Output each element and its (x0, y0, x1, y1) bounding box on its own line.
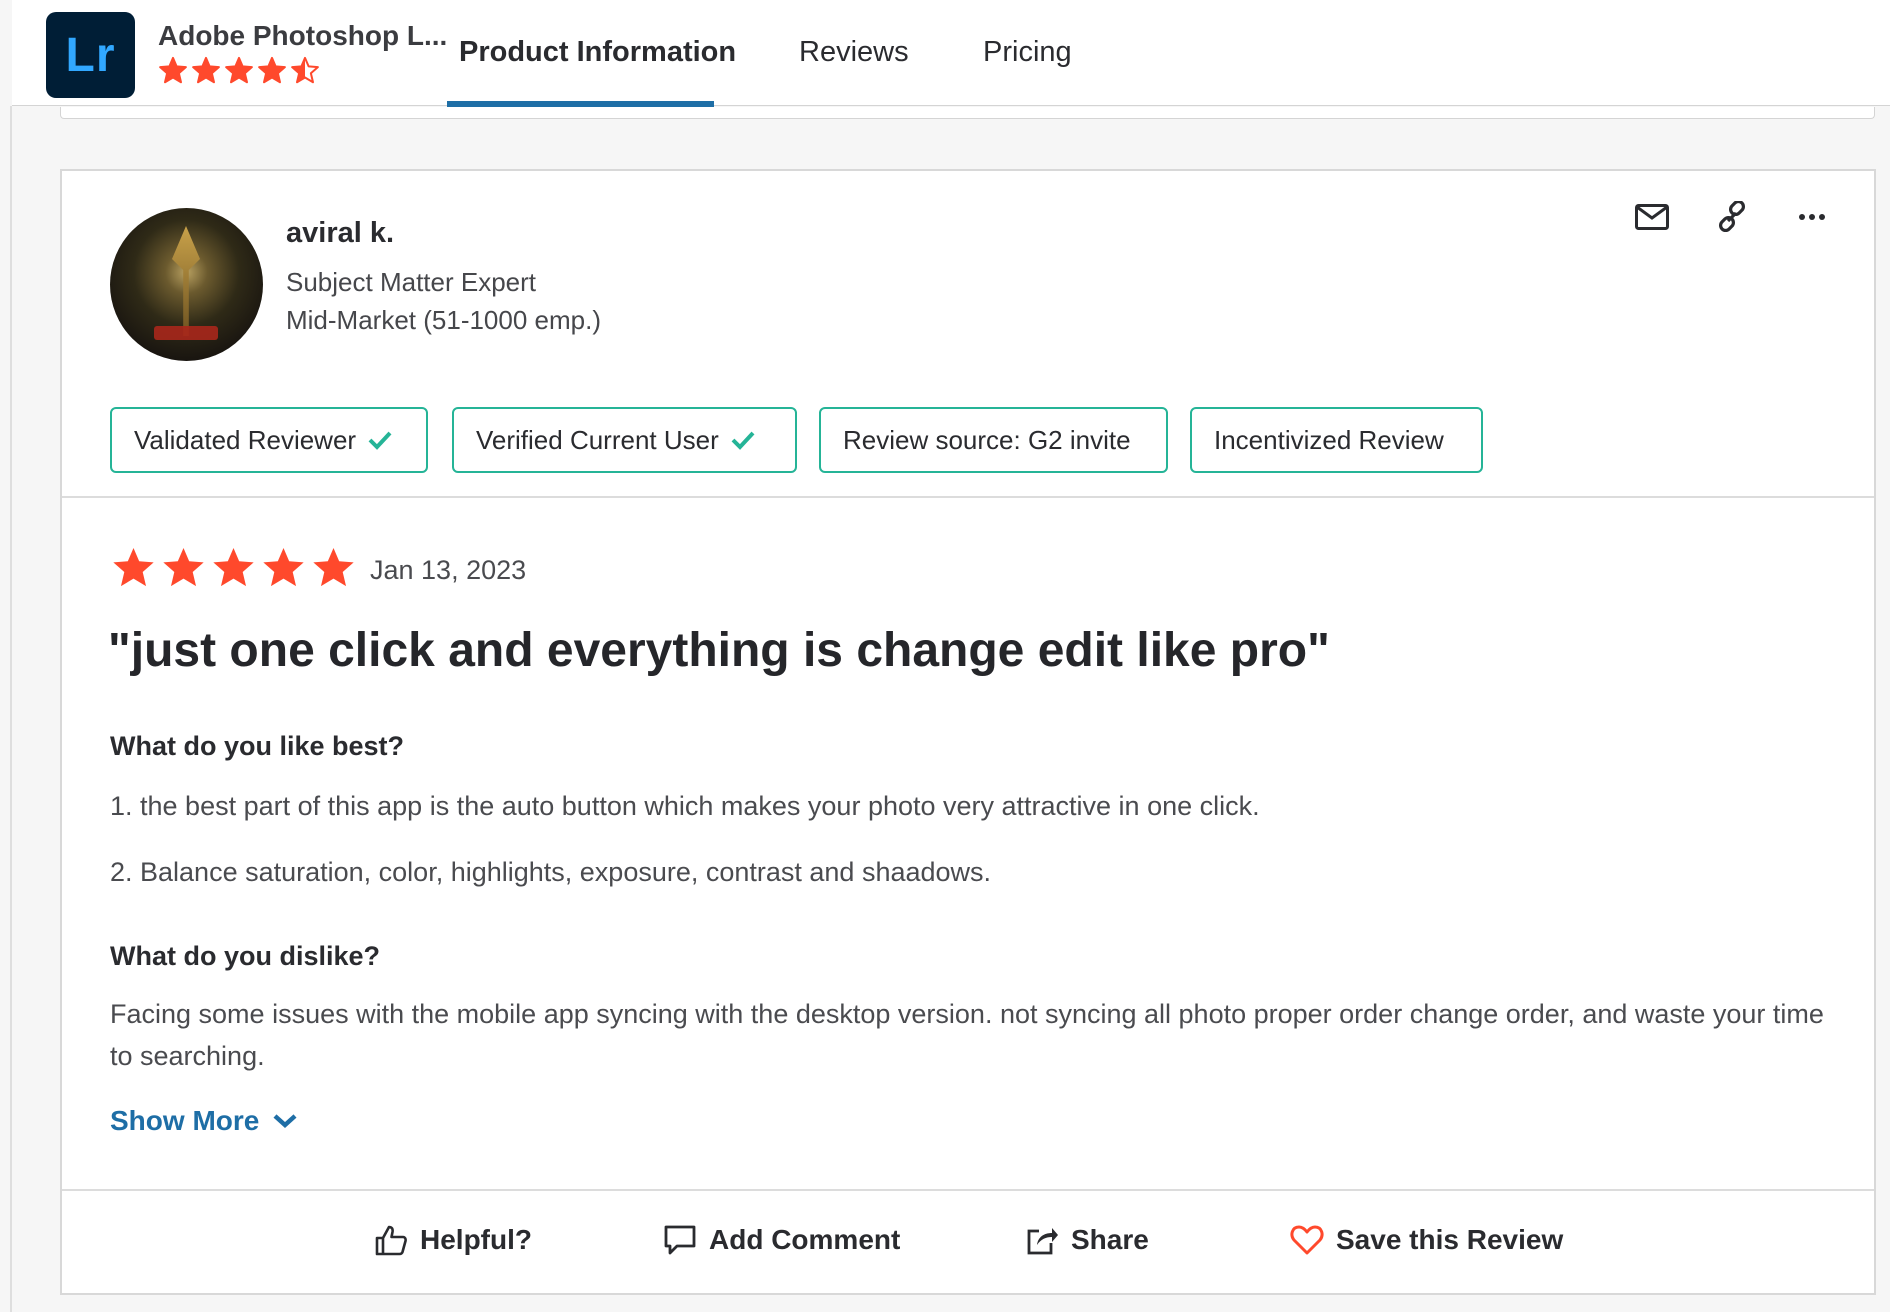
review-card: aviral k. Subject Matter Expert Mid-Mark… (60, 169, 1876, 1295)
review-title: "just one click and everything is change… (108, 624, 1330, 677)
chevron-down-icon (273, 1114, 297, 1129)
link-icon (1718, 201, 1746, 233)
add-comment-button[interactable]: Add Comment (663, 1223, 900, 1257)
badge-verified-current-user[interactable]: Verified Current User (452, 407, 797, 473)
check-icon (368, 431, 392, 450)
product-header: Lr Adobe Photoshop L... Product Informat… (12, 0, 1890, 106)
helpful-label: Helpful? (420, 1224, 532, 1255)
card-divider (62, 496, 1874, 498)
copy-link-button[interactable] (1712, 197, 1752, 237)
avatar[interactable] (110, 208, 263, 361)
tab-product-information[interactable]: Product Information (459, 36, 736, 69)
reviewer-role: Subject Matter Expert (286, 267, 536, 297)
star-full-icon (263, 547, 304, 587)
dislike-text: Facing some issues with the mobile app s… (110, 999, 1824, 1071)
share-icon (1027, 1228, 1058, 1255)
star-full-icon (225, 56, 253, 84)
star-full-icon (213, 547, 254, 587)
show-more-button[interactable]: Show More (110, 1105, 297, 1137)
save-review-label: Save this Review (1336, 1224, 1564, 1255)
tab-reviews[interactable]: Reviews (799, 36, 909, 69)
like-heading: What do you like best? (110, 731, 405, 761)
share-label: Share (1071, 1224, 1149, 1255)
avatar-emblem (172, 226, 200, 336)
product-logo[interactable]: Lr (46, 12, 135, 98)
star-half-icon (291, 56, 319, 84)
thumbs-up-icon (375, 1225, 407, 1256)
avatar-mark (154, 326, 218, 340)
add-comment-label: Add Comment (709, 1224, 901, 1255)
header-shadow-divider (60, 107, 1875, 119)
heart-icon (1290, 1225, 1324, 1255)
mail-icon (1635, 204, 1669, 230)
like-point: 2. Balance saturation, color, highlights… (110, 857, 992, 887)
badge-label: Validated Reviewer (134, 424, 357, 455)
badge-review-source[interactable]: Review source: G2 invite (819, 407, 1168, 473)
show-more-label: Show More (110, 1105, 260, 1136)
star-full-icon (258, 56, 286, 84)
star-full-icon (113, 547, 154, 587)
badge-label: Verified Current User (476, 424, 719, 455)
badge-validated-reviewer[interactable]: Validated Reviewer (110, 407, 428, 473)
product-rating-stars (158, 56, 320, 86)
product-name[interactable]: Adobe Photoshop L... (158, 20, 448, 52)
star-full-icon (313, 547, 354, 587)
badge-label: Incentivized Review (1214, 424, 1444, 455)
like-point: 1. the best part of this app is the auto… (110, 791, 1260, 821)
badge-label: Review source: G2 invite (843, 424, 1131, 455)
star-full-icon (159, 56, 187, 84)
star-full-icon (192, 56, 220, 84)
more-icon (1799, 214, 1825, 220)
star-full-icon (163, 547, 204, 587)
review-rating-stars (110, 545, 357, 592)
check-icon (731, 431, 755, 450)
reviewer-name[interactable]: aviral k. (286, 217, 394, 250)
tab-pricing[interactable]: Pricing (983, 36, 1072, 69)
review-date: Jan 13, 2023 (370, 555, 527, 585)
save-review-button[interactable]: Save this Review (1290, 1223, 1563, 1257)
card-divider (62, 1189, 1874, 1191)
helpful-button[interactable]: Helpful? (374, 1223, 532, 1257)
comment-icon (664, 1225, 696, 1255)
badge-incentivized-review[interactable]: Incentivized Review (1190, 407, 1483, 473)
dislike-heading: What do you dislike? (110, 941, 381, 971)
reviewer-segment: Mid-Market (51-1000 emp.) (286, 305, 601, 335)
share-button[interactable]: Share (1025, 1223, 1149, 1257)
page-left-border (10, 106, 12, 1312)
more-options-button[interactable] (1792, 197, 1832, 237)
email-review-button[interactable] (1632, 197, 1672, 237)
